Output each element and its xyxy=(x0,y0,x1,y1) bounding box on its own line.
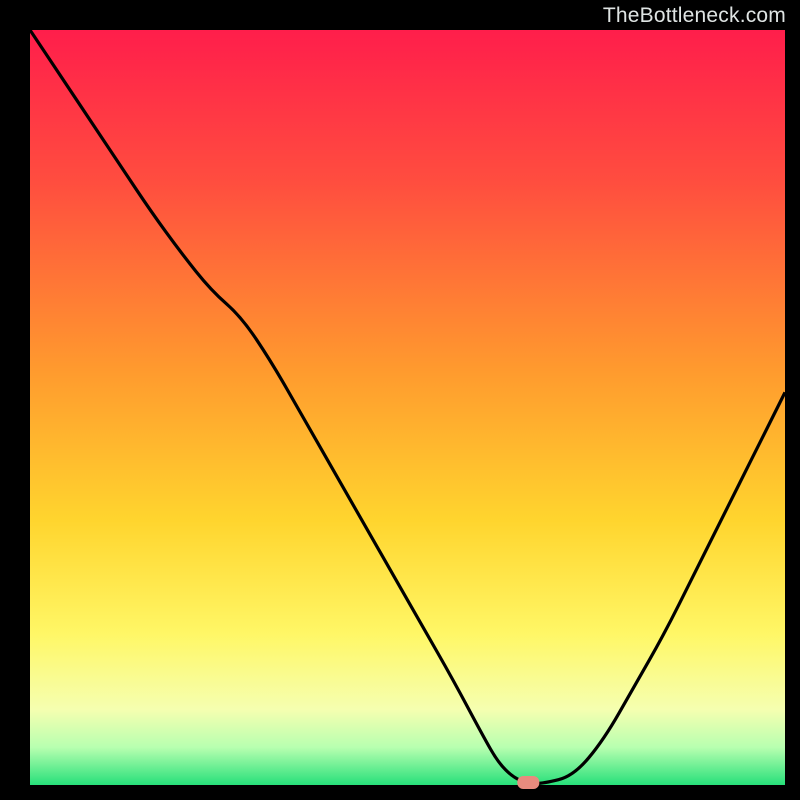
watermark-text: TheBottleneck.com xyxy=(603,4,786,28)
plot-background-gradient xyxy=(30,30,785,785)
bottleneck-chart xyxy=(0,0,800,800)
minimum-marker xyxy=(517,776,539,789)
chart-container: TheBottleneck.com xyxy=(0,0,800,800)
